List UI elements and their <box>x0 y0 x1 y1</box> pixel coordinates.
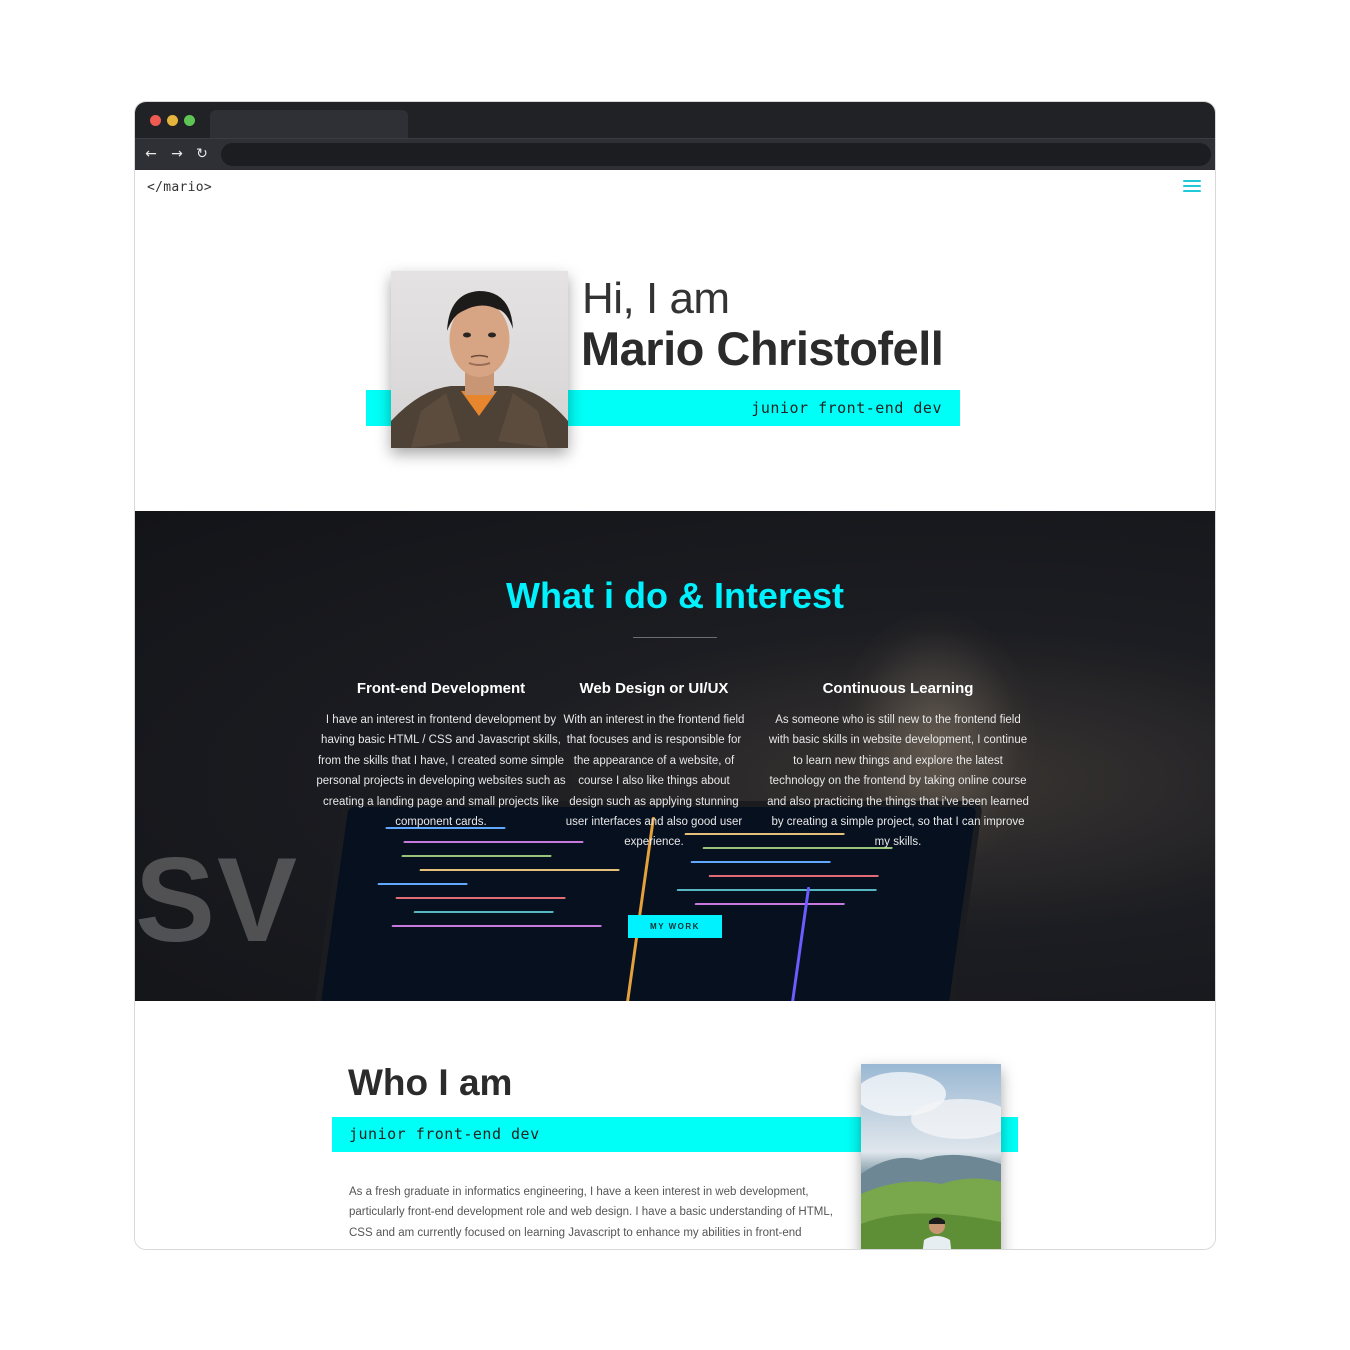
interest-column-design: Web Design or UI/UX With an interest in … <box>560 680 748 853</box>
back-arrow-icon[interactable]: ← <box>141 144 161 164</box>
hamburger-menu-icon[interactable] <box>1183 180 1201 192</box>
column-title: Web Design or UI/UX <box>579 680 729 697</box>
column-title: Front-end Development <box>356 680 526 697</box>
address-bar[interactable] <box>221 143 1211 166</box>
about-title: Who I am <box>348 1062 513 1103</box>
about-photo <box>861 1064 1001 1249</box>
title-divider <box>633 637 717 638</box>
browser-tab[interactable] <box>210 110 408 138</box>
about-role: junior front-end dev <box>349 1125 540 1143</box>
minimize-window-dot[interactable] <box>167 115 178 126</box>
site-logo[interactable]: </mario> <box>147 180 212 195</box>
hero-name: Mario Christofell <box>581 322 944 375</box>
reload-icon[interactable]: ↻ <box>192 144 212 164</box>
forward-arrow-icon[interactable]: → <box>167 144 187 164</box>
column-body: As someone who is still new to the front… <box>767 714 1029 849</box>
interest-column-learning: Continuous Learning As someone who is st… <box>766 680 1030 853</box>
interest-section: SV What i do & Interest Front-end Develo… <box>135 511 1215 1001</box>
interest-column-frontend: Front-end Development I have an interest… <box>315 680 567 832</box>
browser-window: ← → ↻ </mario> junior front-end dev Hi, … <box>134 101 1216 1250</box>
web-page: </mario> junior front-end dev Hi, I am M… <box>135 170 1215 1249</box>
maximize-window-dot[interactable] <box>184 115 195 126</box>
column-body: With an interest in the frontend field t… <box>563 714 745 849</box>
interest-title: What i do & Interest <box>505 575 844 616</box>
column-body: I have an interest in frontend developme… <box>316 714 566 829</box>
my-work-button[interactable]: MY WORK <box>628 915 722 938</box>
background-decoration: SV <box>135 833 300 967</box>
profile-photo <box>391 271 568 448</box>
hero-role: junior front-end dev <box>751 399 942 417</box>
browser-toolbar: ← → ↻ <box>135 138 1215 170</box>
column-title: Continuous Learning <box>822 680 974 697</box>
close-window-dot[interactable] <box>150 115 161 126</box>
about-body: As a fresh graduate in informatics engin… <box>349 1186 833 1239</box>
browser-titlebar <box>135 102 1215 138</box>
hero-greeting: Hi, I am <box>582 274 730 323</box>
